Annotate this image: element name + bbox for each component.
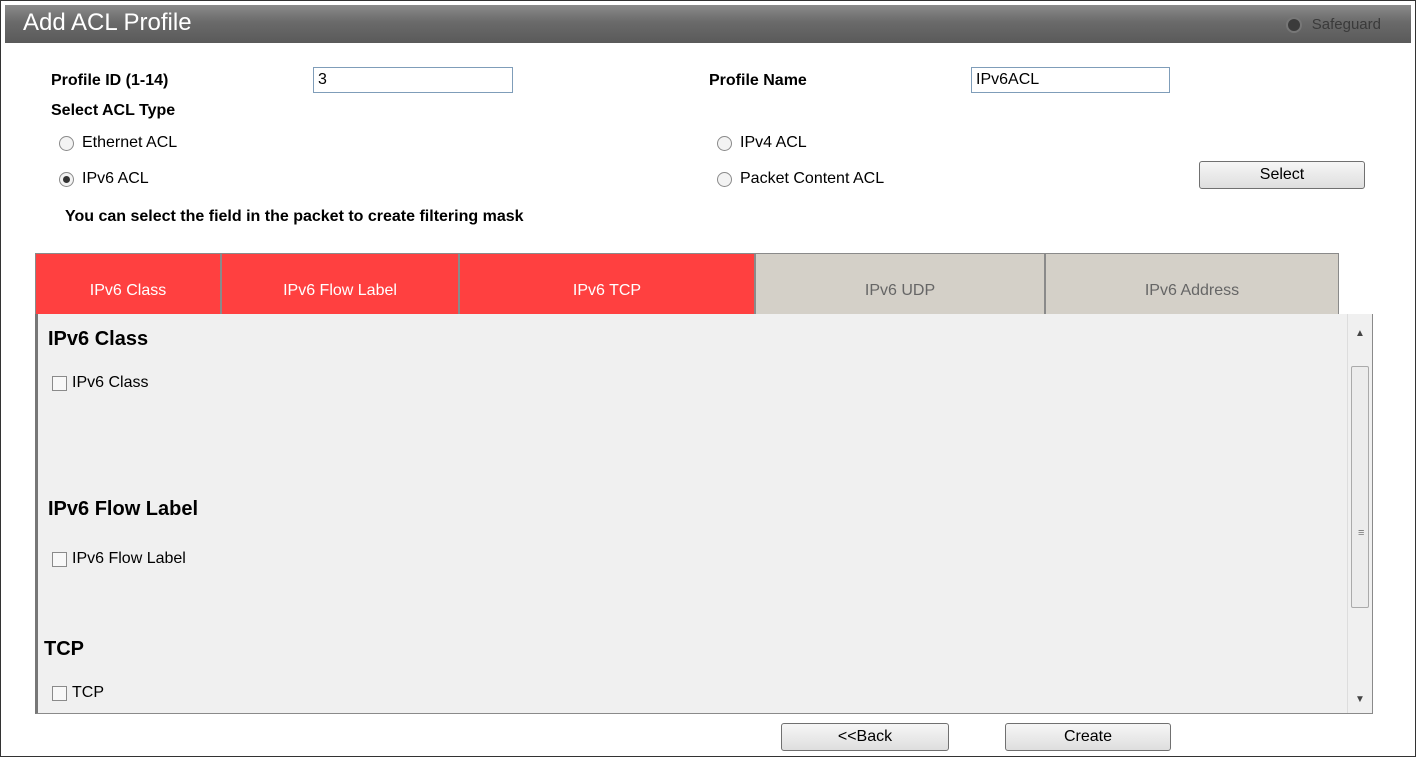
checkbox-tcp[interactable]: TCP	[52, 684, 104, 702]
profile-id-input[interactable]	[313, 67, 513, 93]
page-title: Add ACL Profile	[23, 9, 192, 36]
radio-packet-content-acl[interactable]: Packet Content ACL	[717, 170, 884, 188]
checkbox-icon[interactable]	[52, 551, 67, 567]
radio-label: IPv4 ACL	[740, 134, 807, 151]
radio-icon[interactable]	[717, 135, 732, 151]
grip-icon: ≡	[1358, 527, 1365, 539]
radio-icon[interactable]	[717, 171, 732, 187]
section-title-ipv6-flow-label: IPv6 Flow Label	[48, 498, 199, 520]
create-button[interactable]: Create	[1005, 723, 1171, 751]
profile-id-label: Profile ID (1-14)	[51, 72, 169, 89]
checkbox-label: TCP	[72, 684, 104, 701]
safeguard-icon	[1285, 16, 1302, 33]
scroll-up-icon[interactable]: ▲	[1348, 328, 1372, 339]
profile-name-label: Profile Name	[709, 72, 807, 89]
profile-name-input[interactable]	[971, 67, 1170, 93]
radio-ipv6-acl[interactable]: IPv6 ACL	[59, 170, 149, 188]
tab-ipv6-udp[interactable]: IPv6 UDP	[755, 253, 1045, 314]
scrollbar-thumb[interactable]: ≡	[1351, 366, 1369, 608]
radio-ethernet-acl[interactable]: Ethernet ACL	[59, 134, 177, 152]
radio-icon[interactable]	[59, 135, 74, 151]
checkbox-icon[interactable]	[52, 375, 67, 391]
filter-hint: You can select the field in the packet t…	[65, 208, 524, 225]
checkbox-icon[interactable]	[52, 685, 67, 701]
tab-ipv6-class[interactable]: IPv6 Class	[35, 253, 221, 314]
radio-ipv4-acl[interactable]: IPv4 ACL	[717, 134, 807, 152]
acl-type-label: Select ACL Type	[51, 102, 176, 119]
vertical-scrollbar[interactable]: ▲ ≡ ▼	[1347, 314, 1372, 713]
checkbox-label: IPv6 Flow Label	[72, 550, 186, 567]
checkbox-label: IPv6 Class	[72, 374, 149, 391]
safeguard-indicator: Safeguard	[1285, 16, 1381, 33]
field-panel: IPv6 Class IPv6 Class IPv6 Flow Label IP…	[35, 314, 1373, 714]
radio-label: Packet Content ACL	[740, 170, 885, 187]
checkbox-ipv6-class[interactable]: IPv6 Class	[52, 374, 148, 392]
tab-ipv6-tcp[interactable]: IPv6 TCP	[459, 253, 755, 314]
tab-bar: IPv6 Class IPv6 Flow Label IPv6 TCP IPv6…	[35, 253, 1339, 314]
safeguard-label: Safeguard	[1311, 16, 1381, 33]
radio-label: IPv6 ACL	[82, 170, 149, 187]
tab-ipv6-address[interactable]: IPv6 Address	[1045, 253, 1339, 314]
select-button[interactable]: Select	[1199, 161, 1365, 189]
section-title-tcp: TCP	[44, 638, 84, 660]
radio-selected-icon[interactable]	[59, 171, 74, 187]
tab-ipv6-flow-label[interactable]: IPv6 Flow Label	[221, 253, 459, 314]
checkbox-ipv6-flow-label[interactable]: IPv6 Flow Label	[52, 550, 186, 568]
radio-label: Ethernet ACL	[82, 134, 178, 151]
back-button[interactable]: <<Back	[781, 723, 949, 751]
section-title-ipv6-class: IPv6 Class	[48, 328, 149, 350]
scroll-down-icon[interactable]: ▼	[1348, 694, 1372, 705]
main-frame: Add ACL Profile Safeguard Profile ID (1-…	[0, 0, 1416, 757]
title-bar: Add ACL Profile Safeguard	[5, 5, 1411, 43]
